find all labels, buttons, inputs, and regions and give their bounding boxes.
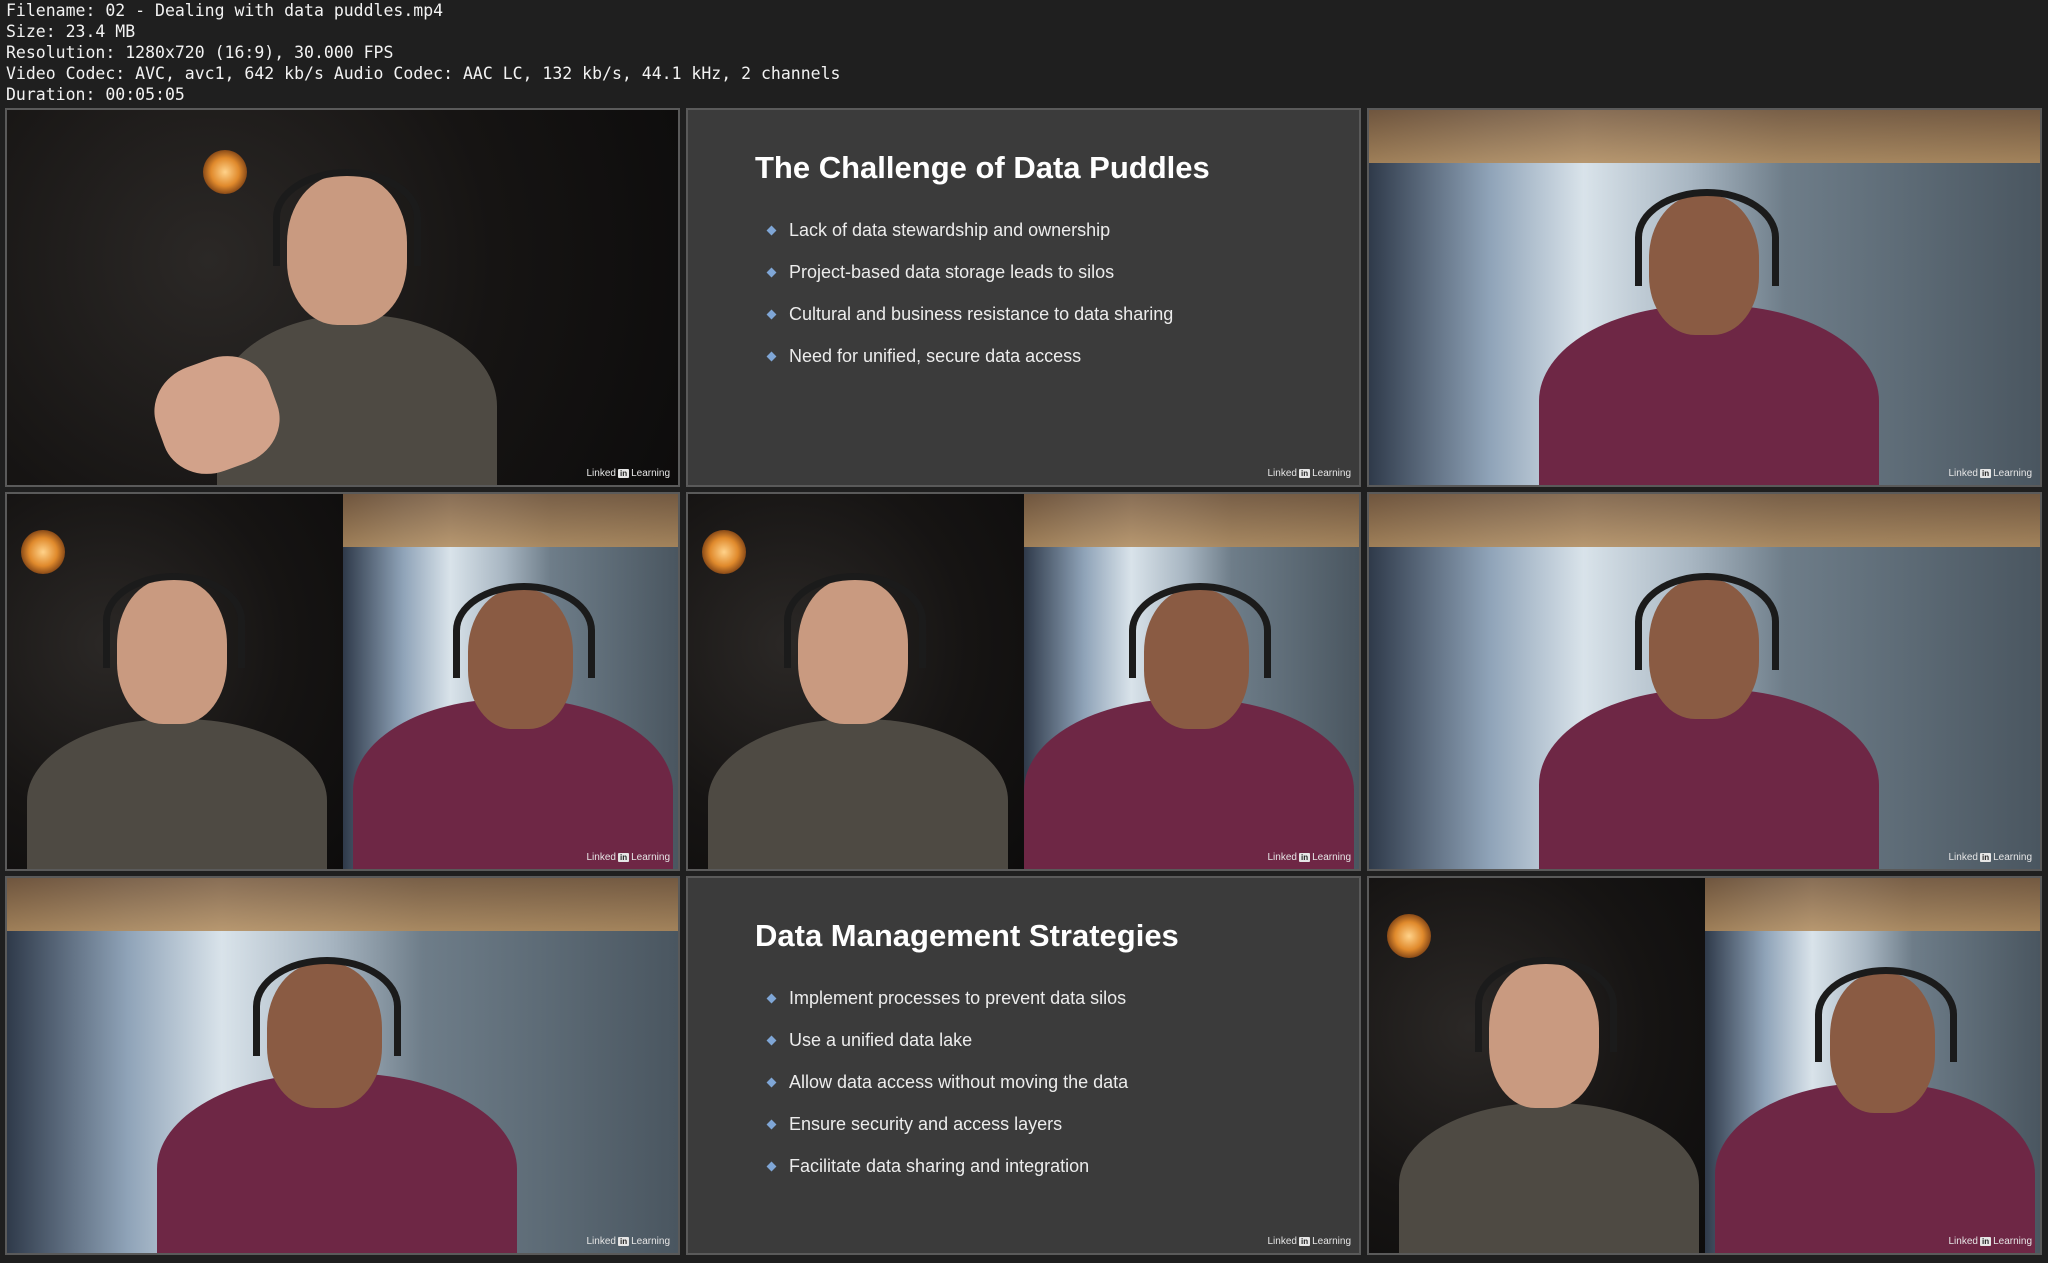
size-line: Size: 23.4 MB (6, 22, 136, 41)
bullet-icon (766, 225, 777, 236)
codec-line: Video Codec: AVC, avc1, 642 kb/s Audio C… (6, 64, 841, 83)
linkedin-learning-watermark: Linked in Learning (1948, 1236, 2033, 1247)
bullet-icon (766, 1077, 777, 1088)
slide-title: The Challenge of Data Puddles (755, 150, 1210, 185)
linkedin-learning-watermark: Linked in Learning (1267, 1236, 1352, 1247)
duration-line: Duration: 00:05:05 (6, 85, 185, 104)
slide-title: Data Management Strategies (755, 918, 1179, 953)
bullet-icon (766, 351, 777, 362)
thumbnail-4[interactable]: Linked in Learning (5, 492, 680, 871)
thumbnail-6[interactable]: Linked in Learning (1367, 492, 2042, 871)
presenter-b (1023, 549, 1354, 869)
presenter-office-frame (342, 494, 678, 869)
presenter-a (708, 549, 1008, 869)
thumbnail-3[interactable]: Linked in Learning (1367, 108, 2042, 487)
presenter-studio-frame (688, 494, 1024, 869)
slide-bullets: Implement processes to prevent data silo… (764, 988, 1128, 1198)
linkedin-learning-watermark: Linked in Learning (586, 468, 671, 479)
presenter-office-frame (1369, 494, 2040, 869)
thumbnail-7[interactable]: Linked in Learning (5, 876, 680, 1255)
resolution-line: Resolution: 1280x720 (16:9), 30.000 FPS (6, 43, 394, 62)
file-info: Filename: 02 - Dealing with data puddles… (6, 0, 840, 105)
bullet-icon (766, 1119, 777, 1130)
presenter-a (1399, 933, 1699, 1253)
linkedin-learning-watermark: Linked in Learning (586, 852, 671, 863)
presenter-b (352, 549, 673, 869)
bullet-icon (766, 267, 777, 278)
bullet-item: Facilitate data sharing and integration (764, 1156, 1128, 1198)
presenter-studio-frame (7, 494, 343, 869)
presenter-office-frame (1704, 878, 2040, 1253)
bullet-icon (766, 993, 777, 1004)
bullet-item: Project-based data storage leads to silo… (764, 262, 1173, 304)
bullet-item: Cultural and business resistance to data… (764, 304, 1173, 346)
thumbnail-5[interactable]: Linked in Learning (686, 492, 1361, 871)
presenter-office-frame (1369, 110, 2040, 485)
thumbnail-2-slide[interactable]: The Challenge of Data Puddles Lack of da… (686, 108, 1361, 487)
linkedin-learning-watermark: Linked in Learning (1948, 852, 2033, 863)
bullet-item: Implement processes to prevent data silo… (764, 988, 1128, 1030)
bullet-item: Need for unified, secure data access (764, 346, 1173, 388)
bullet-item: Use a unified data lake (764, 1030, 1128, 1072)
linkedin-learning-watermark: Linked in Learning (586, 1236, 671, 1247)
bullet-icon (766, 309, 777, 320)
slide-bullets: Lack of data stewardship and ownership P… (764, 220, 1173, 388)
bullet-item: Allow data access without moving the dat… (764, 1072, 1128, 1114)
presenter-b (157, 923, 517, 1253)
thumbnail-9[interactable]: Linked in Learning (1367, 876, 2042, 1255)
bullet-item: Lack of data stewardship and ownership (764, 220, 1173, 262)
thumbnail-grid: Linked in Learning The Challenge of Data P… (0, 105, 2048, 1263)
linkedin-learning-watermark: Linked in Learning (1948, 468, 2033, 479)
presenter-studio-frame (7, 110, 678, 485)
linkedin-learning-watermark: Linked in Learning (1267, 468, 1352, 479)
filename-line: Filename: 02 - Dealing with data puddles… (6, 1, 444, 20)
presenter-b (1714, 933, 2035, 1253)
thumbnail-1[interactable]: Linked in Learning (5, 108, 680, 487)
bullet-icon (766, 1035, 777, 1046)
presenter-office-frame (7, 878, 678, 1253)
presenter-studio-frame (1369, 878, 1705, 1253)
thumbnail-8-slide[interactable]: Data Management Strategies Implement pro… (686, 876, 1361, 1255)
presenter-b (1539, 155, 1879, 485)
presenter-a (27, 549, 327, 869)
presenter-office-frame (1023, 494, 1359, 869)
bullet-icon (766, 1161, 777, 1172)
linkedin-learning-watermark: Linked in Learning (1267, 852, 1352, 863)
bullet-item: Ensure security and access layers (764, 1114, 1128, 1156)
presenter-b (1539, 539, 1879, 869)
